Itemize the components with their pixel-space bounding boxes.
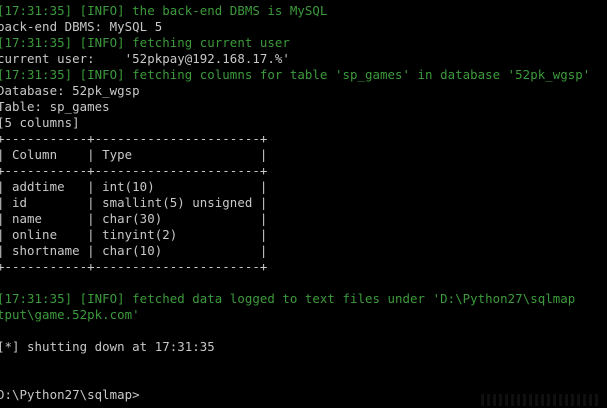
table-row: | name | char(30) |: [0, 211, 268, 226]
table-header-row: | Column | Type |: [0, 147, 268, 162]
console-line: tput\game.52pk.com': [0, 307, 140, 322]
table-row: | id | smallint(5) unsigned |: [0, 195, 268, 210]
table-border: +-----------+----------------------+: [0, 163, 268, 178]
console-line: current user: '52pkpay@192.168.17.%': [0, 51, 290, 66]
table-border: +-----------+----------------------+: [0, 259, 268, 274]
console-line: Database: 52pk_wgsp: [0, 83, 140, 98]
table-row: | shortname | char(10) |: [0, 243, 268, 258]
table-row: | online | tinyint(2) |: [0, 227, 268, 242]
command-prompt[interactable]: D:\Python27\sqlmap>: [0, 387, 140, 403]
console-line: [17:31:35] [INFO] fetched data logged to…: [0, 291, 576, 306]
console-line: [17:31:35] [INFO] the back-end DBMS is M…: [0, 3, 328, 18]
watermark: [481, 394, 601, 406]
table-row: | addtime | int(10) |: [0, 179, 268, 194]
console-line: [5 columns]: [0, 115, 80, 130]
console-line: [*] shutting down at 17:31:35: [0, 339, 215, 354]
console-line: [17:31:35] [INFO] fetching current user: [0, 35, 290, 50]
table-border: +-----------+----------------------+: [0, 131, 268, 146]
console-line: back-end DBMS: MySQL 5: [0, 19, 163, 34]
console-window[interactable]: [17:31:35] [INFO] the back-end DBMS is M…: [0, 0, 607, 408]
console-line: [17:31:35] [INFO] fetching columns for t…: [0, 67, 591, 82]
console-line: Table: sp_games: [0, 99, 110, 114]
